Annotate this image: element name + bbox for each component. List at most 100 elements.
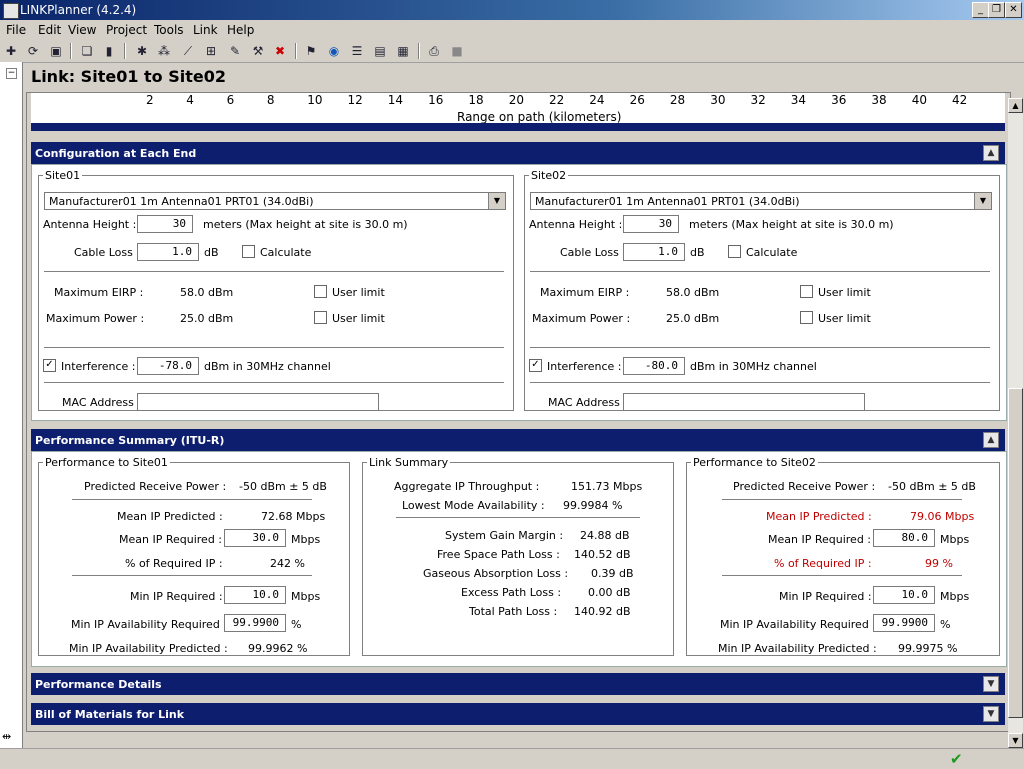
perf1-prx-value: -50 dBm ± 5 dB <box>239 480 327 493</box>
perf2-min-req-input[interactable]: 10.0 <box>873 586 935 604</box>
vertical-scrollbar[interactable]: ▲ ▼ <box>1008 98 1023 748</box>
perf1-min-avail-req-input[interactable]: 99.9900 <box>224 614 286 632</box>
site02-interference-checkbox[interactable]: ✓ <box>529 359 542 372</box>
axis-tick-label: 36 <box>831 93 847 107</box>
site02-antenna-height-input[interactable]: 30 <box>623 215 679 233</box>
site01-interference-checkbox[interactable]: ✓ <box>43 359 56 372</box>
close-window-button[interactable]: ✕ <box>1005 2 1022 18</box>
new-project-icon[interactable]: ✚ <box>3 43 19 59</box>
site01-antenna-height-input[interactable]: 30 <box>137 215 193 233</box>
perf1-mean-req-input[interactable]: 30.0 <box>224 529 286 547</box>
site01-antenna-select[interactable]: Manufacturer01 1m Antenna01 PRT01 (34.0d… <box>44 192 506 210</box>
perf2-mean-pred-value: 79.06 Mbps <box>910 510 975 523</box>
perf-site01-title: Performance to Site01 <box>45 456 168 469</box>
performance-details-header[interactable]: Performance Details ▼ <box>31 673 1005 695</box>
restore-button[interactable]: ❐ <box>988 2 1005 18</box>
site02-antenna-select[interactable]: Manufacturer01 1m Antenna01 PRT01 (34.0d… <box>530 192 992 210</box>
site02-interference-label: Interference : <box>547 360 622 373</box>
new-link-icon[interactable]: ⟋ <box>180 43 196 59</box>
copy-icon[interactable]: ❏ <box>79 43 95 59</box>
site01-cable-loss-unit: dB <box>204 246 219 259</box>
config-header[interactable]: Configuration at Each End ▲ <box>31 142 1005 164</box>
divider <box>72 575 312 576</box>
site02-interference-input[interactable]: -80.0 <box>623 357 685 375</box>
axis-tick-label: 12 <box>347 93 363 107</box>
site01-eirp-user-limit-label: User limit <box>332 286 385 299</box>
perf1-min-req-input[interactable]: 10.0 <box>224 586 286 604</box>
site02-title: Site02 <box>531 169 567 182</box>
paste-icon[interactable]: ▮ <box>101 43 117 59</box>
scroll-down-icon[interactable]: ▼ <box>1008 733 1023 748</box>
new-network-site-icon[interactable]: ⁂ <box>156 43 172 59</box>
site02-power-user-limit-checkbox[interactable] <box>800 311 813 324</box>
link-tool-icon[interactable]: ⚒ <box>250 43 266 59</box>
perf2-min-avail-req-unit: % <box>940 618 951 631</box>
splitter-handle-icon[interactable]: ⇹ <box>2 730 11 743</box>
site02-max-eirp-value: 58.0 dBm <box>666 286 720 299</box>
bom-header[interactable]: Bill of Materials for Link ▼ <box>31 703 1005 725</box>
stop-icon[interactable]: ■ <box>449 43 465 59</box>
delete-icon[interactable]: ✖ <box>272 43 288 59</box>
new-site-icon[interactable]: ✱ <box>134 43 150 59</box>
perf1-pct-value: 242 % <box>270 557 305 570</box>
site01-interference-input[interactable]: -78.0 <box>137 357 199 375</box>
site02-mac-input[interactable] <box>623 393 865 411</box>
site02-eirp-user-limit-checkbox[interactable] <box>800 285 813 298</box>
menu-help[interactable]: Help <box>227 23 254 37</box>
menu-tools[interactable]: Tools <box>154 23 184 37</box>
ls-sgm-label: System Gain Margin : <box>445 529 564 542</box>
site02-cable-loss-input[interactable]: 1.0 <box>623 243 685 261</box>
performance-details-title: Performance Details <box>35 678 162 691</box>
title-bar: LINKPlanner (4.2.4) _ ❐ ✕ <box>0 0 1024 20</box>
expand-down-icon[interactable]: ▼ <box>983 676 999 692</box>
profile-icon[interactable]: ⚑ <box>303 43 319 59</box>
axis-tick-label: 18 <box>468 93 484 107</box>
menu-edit[interactable]: Edit <box>38 23 61 37</box>
config-header-title: Configuration at Each End <box>35 147 197 160</box>
menu-project[interactable]: Project <box>106 23 147 37</box>
link-summary-title: Link Summary <box>369 456 449 469</box>
axis-tick-label: 10 <box>307 93 323 107</box>
minimize-button[interactable]: _ <box>972 2 989 18</box>
axis-label: Range on path (kilometers) <box>457 110 622 124</box>
globe-icon[interactable]: ◉ <box>326 43 342 59</box>
site01-power-user-limit-checkbox[interactable] <box>314 311 327 324</box>
site01-max-eirp-label: Maximum EIRP : <box>54 286 144 299</box>
table-icon[interactable]: ▦ <box>395 43 411 59</box>
scroll-thumb[interactable] <box>1008 388 1023 718</box>
collapse-up-icon[interactable]: ▲ <box>983 432 999 448</box>
save-icon[interactable]: ▣ <box>48 43 64 59</box>
perf1-prx-label: Predicted Receive Power : <box>84 480 227 493</box>
site01-mac-input[interactable] <box>137 393 379 411</box>
site01-title: Site01 <box>45 169 81 182</box>
expand-down-icon[interactable]: ▼ <box>983 706 999 722</box>
site01-eirp-user-limit-checkbox[interactable] <box>314 285 327 298</box>
perf2-mean-req-input[interactable]: 80.0 <box>873 529 935 547</box>
site01-cable-loss-input[interactable]: 1.0 <box>137 243 199 261</box>
collapse-up-icon[interactable]: ▲ <box>983 145 999 161</box>
scroll-up-icon[interactable]: ▲ <box>1008 98 1023 113</box>
report-icon[interactable]: ☰ <box>349 43 365 59</box>
bom-title: Bill of Materials for Link <box>35 708 185 721</box>
collapse-icon[interactable]: − <box>6 68 17 79</box>
perf2-min-avail-req-input[interactable]: 99.9900 <box>873 614 935 632</box>
chevron-down-icon[interactable]: ▼ <box>974 193 991 209</box>
site02-max-eirp-label: Maximum EIRP : <box>540 286 630 299</box>
bom-icon[interactable]: ▤ <box>372 43 388 59</box>
site02-antenna-height-label: Antenna Height : <box>529 218 623 231</box>
menu-view[interactable]: View <box>68 23 96 37</box>
open-project-icon[interactable]: ⟳ <box>25 43 41 59</box>
chevron-down-icon[interactable]: ▼ <box>488 193 505 209</box>
axis-tick-label: 26 <box>629 93 645 107</box>
axis-tick-label: 40 <box>911 93 927 107</box>
project-tree[interactable]: − ⇹ <box>0 62 23 748</box>
site02-calculate-checkbox[interactable] <box>728 245 741 258</box>
site01-calculate-checkbox[interactable] <box>242 245 255 258</box>
performance-header[interactable]: Performance Summary (ITU-R) ▲ <box>31 429 1005 451</box>
perf1-min-avail-req-unit: % <box>291 618 302 631</box>
copy-link-icon[interactable]: ⊞ <box>203 43 219 59</box>
menu-file[interactable]: File <box>6 23 26 37</box>
print-icon[interactable]: ⎙ <box>426 43 442 59</box>
menu-link[interactable]: Link <box>193 23 218 37</box>
edit-link-icon[interactable]: ✎ <box>227 43 243 59</box>
